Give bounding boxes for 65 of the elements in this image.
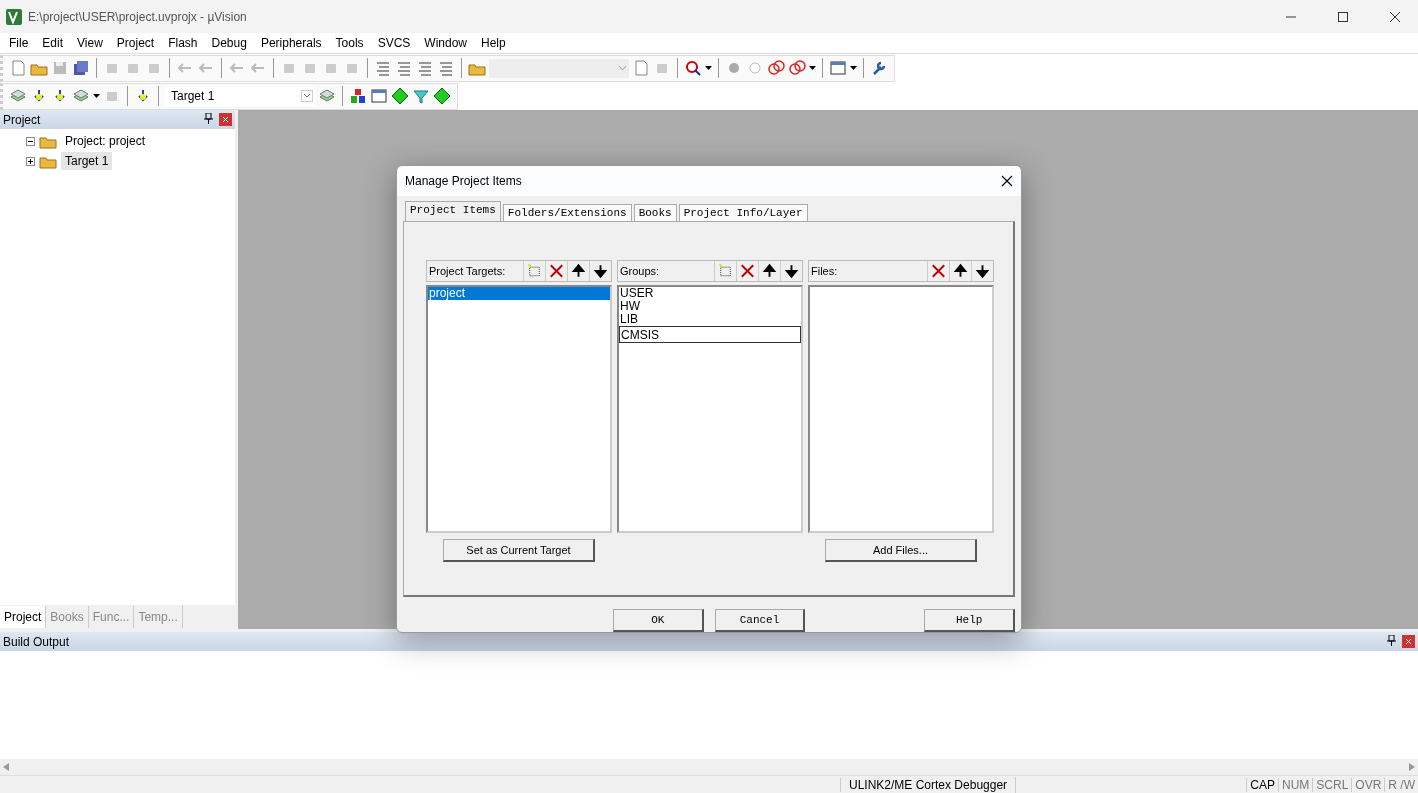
close-icon[interactable] [1390, 11, 1400, 22]
status-text: ULINK2/ME Cortex Debugger [840, 777, 1016, 792]
status-indicator: R /W [1384, 777, 1418, 792]
horizontal-scrollbar[interactable] [0, 759, 1418, 775]
scroll-left-icon[interactable] [3, 763, 9, 771]
menu-item[interactable]: View [70, 36, 110, 50]
close-icon[interactable] [1001, 175, 1013, 187]
push-button[interactable]: Set as Current Target [443, 539, 595, 562]
panel-tab[interactable]: Project [0, 606, 47, 628]
target-select[interactable]: Target 1 [165, 86, 315, 106]
caret-icon[interactable] [850, 66, 857, 70]
dialog-tab[interactable]: Project Items [405, 201, 501, 221]
panel-title: Project [3, 112, 41, 127]
list-item-edit-field[interactable]: CMSIS [619, 326, 801, 343]
menu-item[interactable]: Tools [328, 36, 371, 50]
list-box[interactable]: project [426, 285, 612, 533]
indent-icon[interactable] [374, 59, 392, 77]
debug-search-icon[interactable] [684, 59, 702, 77]
dialog-tab[interactable]: Project Info/Layer [678, 204, 808, 221]
app-logo-icon [6, 8, 22, 25]
dialog-title: Manage Project Items [405, 174, 522, 188]
status-indicator: NUM [1277, 777, 1313, 792]
list-box[interactable]: USER HW LIB CMSIS [617, 285, 803, 533]
menu-item[interactable]: Project [109, 36, 162, 50]
outdent-icon[interactable] [395, 59, 413, 77]
dialog-tab[interactable]: Folders/Extensions [502, 204, 632, 221]
maximize-icon[interactable] [1338, 11, 1348, 22]
menu-item[interactable]: Debug [204, 36, 254, 50]
dialog-button[interactable]: OK [613, 609, 704, 632]
list-item[interactable]: project [428, 287, 610, 300]
pin-icon[interactable] [1387, 635, 1396, 646]
menu-item[interactable]: Peripherals [253, 36, 329, 50]
status-indicator: SCRL [1312, 777, 1352, 792]
panel-title: Build Output [3, 634, 70, 649]
tree-item[interactable]: Project: project [61, 132, 150, 150]
window-layout-icon[interactable] [829, 59, 847, 77]
menu-item[interactable]: Window [417, 36, 474, 50]
list-item[interactable]: HW [619, 300, 801, 313]
list-label: Groups: [620, 265, 661, 277]
pin-icon[interactable] [204, 113, 213, 124]
caret-icon[interactable] [93, 94, 100, 98]
list-item[interactable]: LIB [619, 313, 801, 326]
scroll-right-icon[interactable] [1409, 763, 1415, 771]
menu-item[interactable]: SVCS [370, 36, 418, 50]
dialog-button[interactable]: Help [924, 609, 1015, 632]
menu-item[interactable]: File [2, 36, 36, 50]
menu-item[interactable]: Flash [161, 36, 205, 50]
caret-icon[interactable] [809, 66, 816, 70]
expand-icon[interactable] [26, 156, 35, 166]
push-button[interactable]: Add Files... [825, 539, 977, 562]
dialog-button[interactable]: Cancel [714, 609, 806, 632]
status-indicator: CAP [1246, 777, 1278, 792]
dialog-tab[interactable]: Books [633, 204, 677, 221]
breakpoints-icon[interactable] [767, 59, 785, 77]
menu-item[interactable]: Help [474, 36, 513, 50]
list-label: Project Targets: [429, 265, 507, 277]
caret-icon[interactable] [705, 66, 712, 70]
menu-item[interactable]: Edit [35, 36, 71, 50]
window-title: E:\project\USER\project.uvprojx - µVision [28, 9, 248, 24]
tree-item[interactable]: Target 1 [61, 152, 113, 170]
status-indicator: OVR [1351, 777, 1385, 792]
save-all-icon[interactable] [72, 59, 90, 77]
collapse-icon[interactable] [26, 136, 35, 146]
list-item[interactable]: USER [619, 287, 801, 300]
list-label: Files: [811, 265, 839, 277]
